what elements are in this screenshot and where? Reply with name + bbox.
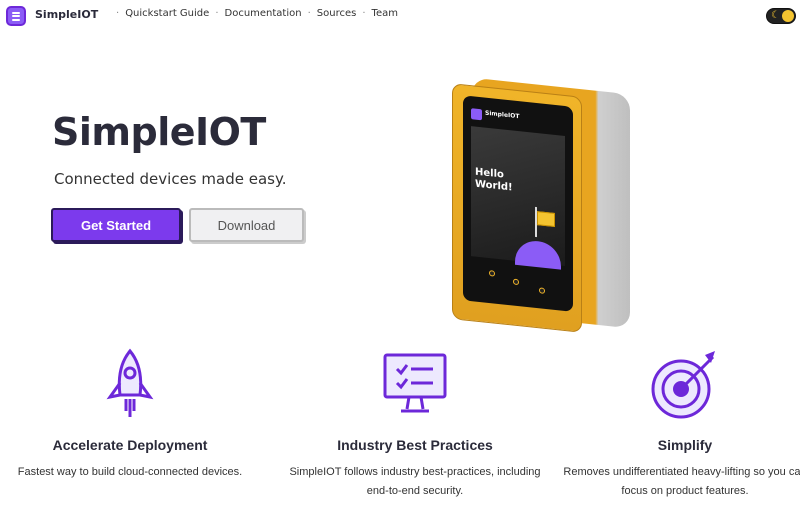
- nav-separator: ·: [116, 8, 120, 19]
- screen-logo-icon: [471, 108, 482, 121]
- device-button: [539, 287, 545, 294]
- device-image: SimpleIOT Hello World!: [452, 77, 630, 333]
- feature-title: Simplify: [657, 437, 713, 453]
- feature-title: Accelerate Deployment: [52, 437, 208, 453]
- nav-separator: ·: [362, 8, 366, 19]
- nav-link-quickstart[interactable]: Quickstart Guide: [125, 8, 209, 19]
- screen-hello-text: Hello World!: [475, 166, 513, 194]
- screen-brand: SimpleIOT: [485, 109, 520, 121]
- feature-description: Removes undifferentiated heavy-lifting s…: [563, 466, 800, 497]
- download-button[interactable]: Download: [189, 208, 304, 242]
- device-button: [489, 270, 495, 277]
- feature-description: Fastest way to build cloud-connected dev…: [17, 466, 243, 478]
- hero-title: SimpleIOT: [52, 110, 266, 154]
- hero-subtitle: Connected devices made easy.: [54, 170, 287, 188]
- get-started-button[interactable]: Get Started: [51, 208, 181, 242]
- nav-link-documentation[interactable]: Documentation: [225, 8, 302, 19]
- simpleiot-logo-icon[interactable]: [6, 6, 26, 26]
- nav-link-sources[interactable]: Sources: [317, 8, 357, 19]
- device-button: [513, 278, 519, 286]
- screen-display: [471, 126, 565, 267]
- flag-icon: [537, 211, 555, 227]
- feature-simplify: Simplify Removes undifferentiated heavy-…: [555, 345, 800, 501]
- target-icon: [651, 351, 715, 419]
- theme-toggle[interactable]: ☾: [766, 8, 796, 24]
- device-screen: SimpleIOT Hello World!: [463, 95, 573, 312]
- nav-brand[interactable]: SimpleIOT: [35, 8, 98, 21]
- feature-description: SimpleIOT follows industry best-practice…: [289, 466, 541, 497]
- feature-best-practices: Industry Best Practices SimpleIOT follow…: [285, 345, 545, 501]
- feature-title: Industry Best Practices: [337, 437, 493, 453]
- feature-accelerate: Accelerate Deployment Fastest way to bui…: [0, 345, 260, 482]
- nav-separator: ·: [307, 8, 311, 19]
- device-front: SimpleIOT Hello World!: [452, 83, 582, 333]
- nav-link-team[interactable]: Team: [372, 8, 398, 19]
- top-nav: SimpleIOT · Quickstart Guide · Documenta…: [0, 0, 800, 30]
- rocket-icon: [106, 348, 154, 417]
- monitor-checklist-icon: [383, 353, 447, 413]
- toggle-knob: [782, 10, 794, 22]
- nav-separator: ·: [215, 8, 219, 19]
- nav-links: · Quickstart Guide · Documentation · Sou…: [110, 8, 398, 19]
- moon-icon: ☾: [771, 10, 780, 21]
